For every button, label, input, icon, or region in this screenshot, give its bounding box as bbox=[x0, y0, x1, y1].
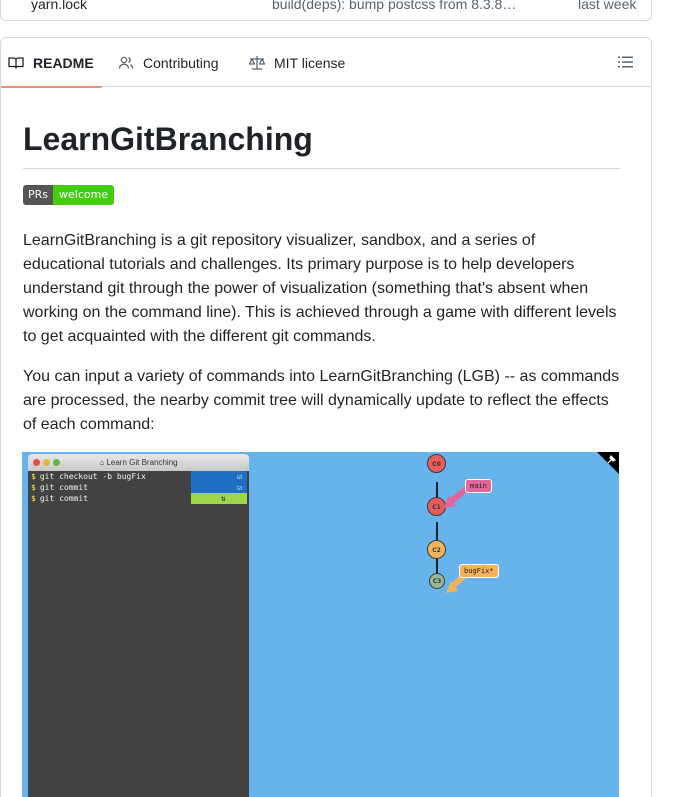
branch-label-main[interactable]: main bbox=[465, 479, 492, 493]
badge-left: PRs bbox=[23, 185, 54, 205]
maximize-dot-icon bbox=[53, 459, 60, 466]
command-status: ☑ bbox=[191, 482, 247, 493]
readme-content: LearnGitBranching PRs welcome LearnGitBr… bbox=[23, 88, 620, 437]
tab-license-label: MIT license bbox=[274, 54, 346, 71]
close-dot-icon bbox=[33, 459, 40, 466]
file-name-link[interactable]: yarn.lock bbox=[31, 0, 87, 12]
pin-icon bbox=[597, 452, 619, 474]
list-icon bbox=[618, 56, 633, 68]
command-status: ⇅ bbox=[191, 493, 247, 504]
tab-contributing[interactable]: Contributing bbox=[117, 38, 219, 87]
book-icon bbox=[7, 55, 25, 71]
commit-node[interactable]: C2 bbox=[427, 540, 446, 559]
intro-paragraph: LearnGitBranching is a git repository vi… bbox=[23, 232, 617, 345]
command-status: ☑ bbox=[191, 471, 247, 482]
refresh-icon: ⇅ bbox=[221, 494, 226, 503]
badge-right: welcome bbox=[53, 185, 115, 205]
prs-welcome-badge[interactable]: PRs welcome bbox=[23, 185, 115, 205]
people-icon bbox=[117, 55, 135, 71]
command-text: git checkout -b bugFix bbox=[39, 472, 146, 481]
terminal-titlebar: ⌂ Learn Git Branching bbox=[28, 454, 249, 471]
tab-contributing-label: Contributing bbox=[143, 54, 219, 71]
minimize-dot-icon bbox=[43, 459, 50, 466]
command-text: git commit bbox=[39, 494, 88, 503]
command-line: $ git checkout -b bugFix ☑ bbox=[28, 471, 249, 482]
commit-message-link[interactable]: build(deps): bump postcss from 8.3.8… bbox=[272, 0, 516, 12]
law-icon bbox=[248, 55, 266, 71]
file-row: yarn.lock build(deps): bump postcss from… bbox=[0, 0, 652, 21]
command-line: $ git commit ⇅ bbox=[28, 493, 249, 504]
terminal-window: ⌂ Learn Git Branching $ git checkout -b b… bbox=[28, 454, 249, 797]
readme-tab-bar: README Contributing MIT license bbox=[1, 38, 651, 88]
command-line: $ git commit ☑ bbox=[28, 482, 249, 493]
tab-readme[interactable]: README bbox=[1, 38, 102, 88]
outline-toggle-button[interactable] bbox=[617, 54, 635, 70]
commit-node[interactable]: C0 bbox=[427, 454, 446, 473]
terminal-title: Learn Git Branching bbox=[106, 458, 178, 467]
branch-label-bugfix[interactable]: bugFix* bbox=[459, 564, 499, 578]
commit-date: last week bbox=[578, 0, 637, 12]
readme-title: LearnGitBranching bbox=[23, 119, 620, 169]
command-text: git commit bbox=[39, 483, 88, 492]
demo-screenshot[interactable]: ⌂ Learn Git Branching $ git checkout -b b… bbox=[22, 452, 619, 797]
check-icon: ☑ bbox=[237, 483, 242, 492]
check-icon: ☑ bbox=[237, 472, 242, 481]
tab-license[interactable]: MIT license bbox=[248, 38, 345, 87]
tab-readme-label: README bbox=[33, 54, 94, 71]
commands-paragraph: You can input a variety of commands into… bbox=[23, 368, 620, 433]
tree-edge bbox=[436, 522, 438, 540]
